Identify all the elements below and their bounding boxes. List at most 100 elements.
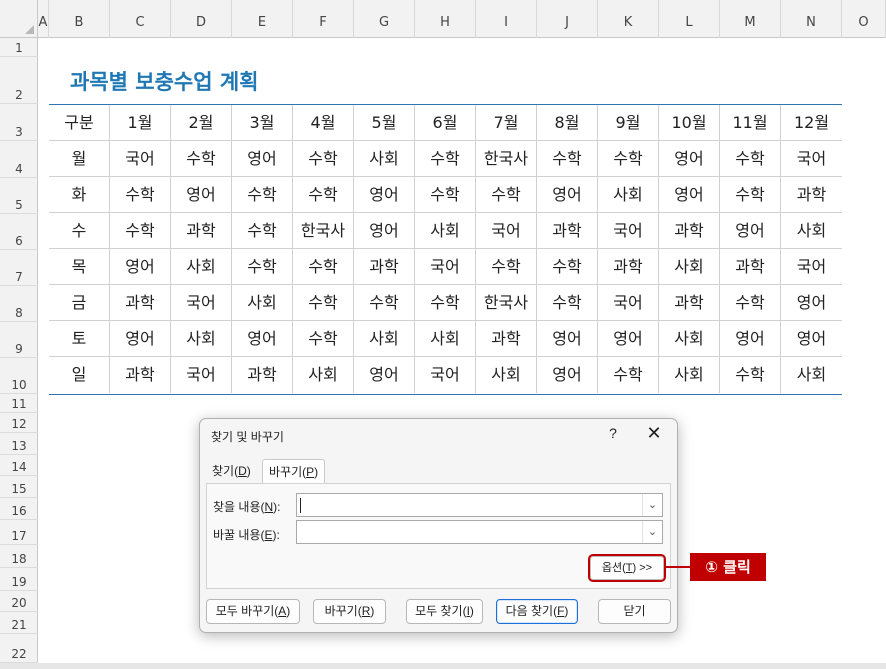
- replace-button[interactable]: 바꾸기(R): [313, 599, 386, 624]
- table-cell[interactable]: 영어: [232, 141, 293, 177]
- table-header-cell[interactable]: 5월: [354, 105, 415, 141]
- table-cell[interactable]: 국어: [171, 357, 232, 393]
- table-cell[interactable]: 영어: [171, 177, 232, 213]
- table-cell[interactable]: 사회: [232, 285, 293, 321]
- table-cell[interactable]: 영어: [354, 213, 415, 249]
- table-cell[interactable]: 수학: [720, 177, 781, 213]
- table-cell[interactable]: 화: [49, 177, 110, 213]
- table-cell[interactable]: 수학: [720, 285, 781, 321]
- column-header-f[interactable]: F: [293, 0, 354, 38]
- column-header-n[interactable]: N: [781, 0, 842, 38]
- row-header-15[interactable]: 15: [0, 476, 38, 498]
- table-cell[interactable]: 영어: [110, 249, 171, 285]
- row-header-3[interactable]: 3: [0, 104, 38, 141]
- table-cell[interactable]: 영어: [232, 321, 293, 357]
- table-cell[interactable]: 영어: [781, 321, 842, 357]
- table-cell[interactable]: 한국사: [476, 141, 537, 177]
- column-header-e[interactable]: E: [232, 0, 293, 38]
- table-cell[interactable]: 과학: [537, 213, 598, 249]
- table-cell[interactable]: 한국사: [293, 213, 354, 249]
- row-header-11[interactable]: 11: [0, 394, 38, 413]
- table-cell[interactable]: 월: [49, 141, 110, 177]
- table-header-cell[interactable]: 8월: [537, 105, 598, 141]
- table-cell[interactable]: 사회: [781, 213, 842, 249]
- table-cell[interactable]: 수학: [598, 357, 659, 393]
- column-header-o[interactable]: O: [842, 0, 886, 38]
- table-header-cell[interactable]: 구분: [49, 105, 110, 141]
- row-header-4[interactable]: 4: [0, 141, 38, 178]
- table-cell[interactable]: 수학: [232, 177, 293, 213]
- table-header-cell[interactable]: 7월: [476, 105, 537, 141]
- column-header-g[interactable]: G: [354, 0, 415, 38]
- replace-all-button[interactable]: 모두 바꾸기(A): [206, 599, 300, 624]
- find-next-button[interactable]: 다음 찾기(F): [496, 599, 578, 624]
- help-button[interactable]: ?: [606, 425, 620, 441]
- row-header-1[interactable]: 1: [0, 38, 38, 57]
- table-cell[interactable]: 과학: [110, 357, 171, 393]
- table-cell[interactable]: 수학: [293, 321, 354, 357]
- column-header-l[interactable]: L: [659, 0, 720, 38]
- table-cell[interactable]: 영어: [598, 321, 659, 357]
- table-cell[interactable]: 영어: [720, 321, 781, 357]
- table-header-cell[interactable]: 2월: [171, 105, 232, 141]
- table-cell[interactable]: 영어: [537, 177, 598, 213]
- table-cell[interactable]: 수학: [293, 177, 354, 213]
- table-cell[interactable]: 수학: [354, 285, 415, 321]
- replace-dropdown-chevron-icon[interactable]: ⌄: [642, 521, 662, 543]
- table-cell[interactable]: 사회: [354, 141, 415, 177]
- table-cell[interactable]: 영어: [354, 177, 415, 213]
- table-header-cell[interactable]: 10월: [659, 105, 720, 141]
- table-header-cell[interactable]: 1월: [110, 105, 171, 141]
- row-header-13[interactable]: 13: [0, 433, 38, 455]
- table-cell[interactable]: 사회: [659, 321, 720, 357]
- table-cell[interactable]: 수학: [598, 141, 659, 177]
- table-cell[interactable]: 수학: [537, 285, 598, 321]
- table-cell[interactable]: 영어: [537, 357, 598, 393]
- table-cell[interactable]: 국어: [110, 141, 171, 177]
- row-header-12[interactable]: 12: [0, 413, 38, 433]
- table-cell[interactable]: 수학: [293, 141, 354, 177]
- table-cell[interactable]: 영어: [110, 321, 171, 357]
- tab-replace[interactable]: 바꾸기(P): [262, 459, 326, 484]
- table-cell[interactable]: 사회: [781, 357, 842, 393]
- table-cell[interactable]: 수학: [110, 213, 171, 249]
- column-header-a[interactable]: A: [38, 0, 49, 38]
- find-all-button[interactable]: 모두 찾기(I): [406, 599, 483, 624]
- close-button[interactable]: 닫기: [598, 599, 671, 624]
- find-what-input[interactable]: ⌄: [296, 493, 663, 517]
- table-cell[interactable]: 수학: [415, 141, 476, 177]
- table-cell[interactable]: 수학: [537, 249, 598, 285]
- table-cell[interactable]: 국어: [476, 213, 537, 249]
- table-cell[interactable]: 수학: [293, 285, 354, 321]
- table-cell[interactable]: 영어: [659, 141, 720, 177]
- table-cell[interactable]: 과학: [171, 213, 232, 249]
- row-header-22[interactable]: 22: [0, 634, 38, 663]
- table-cell[interactable]: 사회: [293, 357, 354, 393]
- table-cell[interactable]: 사회: [659, 249, 720, 285]
- table-cell[interactable]: 토: [49, 321, 110, 357]
- column-header-m[interactable]: M: [720, 0, 781, 38]
- table-header-cell[interactable]: 6월: [415, 105, 476, 141]
- table-cell[interactable]: 수: [49, 213, 110, 249]
- row-header-20[interactable]: 20: [0, 591, 38, 612]
- row-header-2[interactable]: 2: [0, 57, 38, 104]
- row-header-5[interactable]: 5: [0, 178, 38, 214]
- table-cell[interactable]: 수학: [720, 141, 781, 177]
- table-cell[interactable]: 국어: [598, 285, 659, 321]
- table-cell[interactable]: 사회: [354, 321, 415, 357]
- table-cell[interactable]: 사회: [415, 321, 476, 357]
- row-header-6[interactable]: 6: [0, 214, 38, 250]
- table-cell[interactable]: 영어: [659, 177, 720, 213]
- table-cell[interactable]: 국어: [415, 249, 476, 285]
- table-cell[interactable]: 과학: [354, 249, 415, 285]
- table-cell[interactable]: 과학: [720, 249, 781, 285]
- table-cell[interactable]: 사회: [476, 357, 537, 393]
- row-header-14[interactable]: 14: [0, 455, 38, 476]
- options-button[interactable]: 옵션(T) >>: [588, 554, 666, 582]
- table-cell[interactable]: 과학: [110, 285, 171, 321]
- table-cell[interactable]: 금: [49, 285, 110, 321]
- table-cell[interactable]: 수학: [537, 141, 598, 177]
- table-cell[interactable]: 영어: [354, 357, 415, 393]
- table-cell[interactable]: 수학: [476, 177, 537, 213]
- column-header-i[interactable]: I: [476, 0, 537, 38]
